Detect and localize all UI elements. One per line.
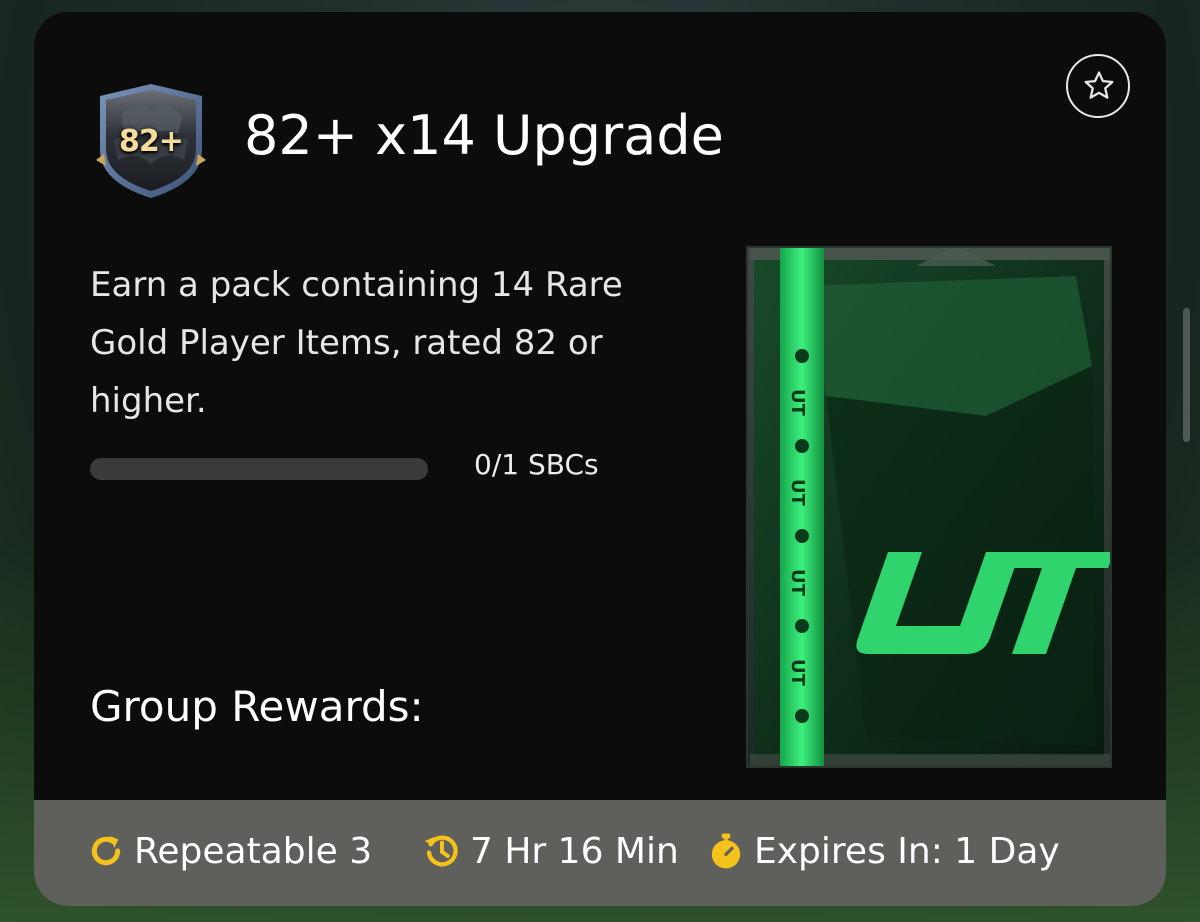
svg-text:UT: UT [787,479,808,507]
sbc-badge: 82+ [92,80,210,202]
refresh-icon [91,836,121,866]
expiry-info: Expires In: 1 Day [706,828,1060,874]
sbc-card[interactable]: 82+ 82+ x14 Upgrade Earn a pack containi… [34,12,1166,906]
refresh-timer-text: 7 Hr 16 Min [470,830,679,872]
favorite-button[interactable] [1066,54,1130,118]
repeatable-info: Repeatable 3 [86,828,372,874]
progress-label: 0/1 SBCs [474,448,599,481]
scrollbar-thumb[interactable] [1183,308,1190,442]
repeatable-text: Repeatable 3 [134,830,373,872]
sbc-title: 82+ x14 Upgrade [244,104,724,167]
ut-pack-icon: UT UT UT UT [744,244,1114,770]
group-rewards-label: Group Rewards: [90,682,424,731]
refresh-timer-info: 7 Hr 16 Min [422,828,679,874]
expiry-text: Expires In: 1 Day [754,830,1060,872]
sbc-description: Earn a pack containing 14 Rare Gold Play… [90,265,623,421]
svg-text:UT: UT [787,659,808,687]
reward-pack-image[interactable]: UT UT UT UT [744,244,1114,770]
progress-bar [90,458,428,480]
svg-text:UT: UT [787,569,808,597]
badge-rating-text: 82+ [119,124,184,159]
svg-text:UT: UT [787,389,808,417]
stopwatch-icon [711,833,741,869]
sbc-footer: Repeatable 3 7 Hr 16 Min Expires In: 1 D… [34,800,1166,906]
history-clock-icon [424,835,458,867]
star-outline-icon [1084,71,1114,99]
